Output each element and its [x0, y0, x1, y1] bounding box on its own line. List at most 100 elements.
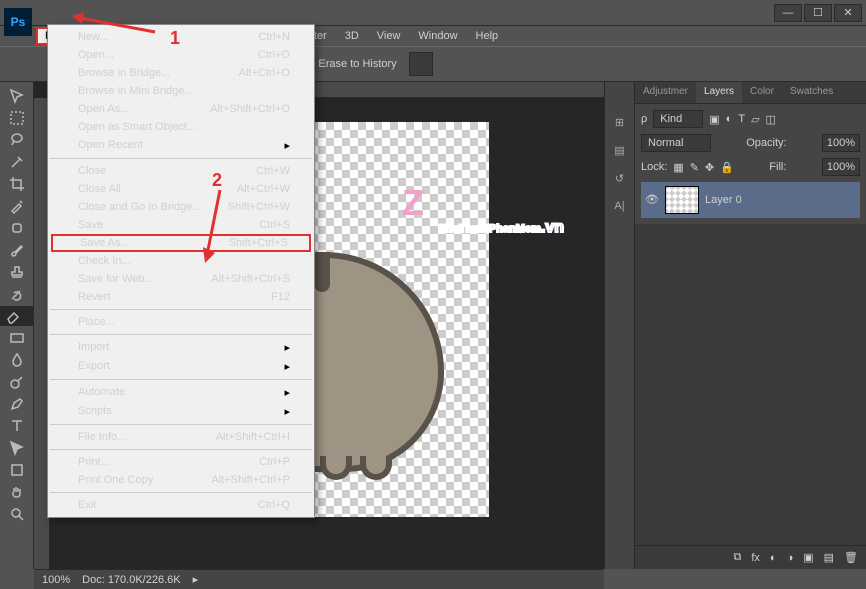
menu-item-close[interactable]: CloseCtrl+W	[48, 162, 314, 180]
menu-item-open-as-smart-object[interactable]: Open as Smart Object...	[48, 118, 314, 136]
lock-position-icon[interactable]: ✥	[705, 161, 714, 174]
menu-item-check-in: Check In...	[48, 252, 314, 270]
menu-item-open-recent[interactable]: Open Recent	[48, 136, 314, 155]
tab-color[interactable]: Color	[742, 82, 782, 103]
panels: Adjustmer Layers Color Swatches ρ Kind ▣…	[634, 82, 866, 569]
doc-size: Doc: 170.0K/226.6K	[82, 574, 180, 586]
zoom-level[interactable]: 100%	[42, 574, 70, 586]
erase-history-label: Erase to History	[318, 58, 396, 70]
tab-layers[interactable]: Layers	[696, 82, 742, 103]
delete-layer-icon[interactable]: 🗑	[844, 551, 858, 564]
character-icon[interactable]: A|	[610, 196, 630, 216]
lock-transparent-icon[interactable]: ▦	[673, 161, 683, 174]
hand-tool[interactable]	[5, 482, 29, 502]
filter-image-icon[interactable]: ▣	[709, 113, 719, 126]
menu-item-file-info[interactable]: File Info...Alt+Shift+Ctrl+I	[48, 428, 314, 446]
menu-item-import[interactable]: Import	[48, 338, 314, 357]
status-bar: 100% Doc: 170.0K/226.6K ▸	[34, 569, 604, 589]
adjustment-layer-icon[interactable]: ◑	[787, 552, 794, 564]
menu-help[interactable]: Help	[467, 27, 508, 45]
new-layer-icon[interactable]: ▤	[824, 551, 834, 564]
opacity-value[interactable]: 100%	[822, 134, 860, 152]
tab-swatches[interactable]: Swatches	[782, 82, 841, 103]
menu-item-export[interactable]: Export	[48, 357, 314, 376]
menu-separator	[50, 492, 312, 493]
tab-adjustments[interactable]: Adjustmer	[635, 82, 696, 103]
filter-adjust-icon[interactable]: ◐	[726, 113, 733, 125]
close-button[interactable]: ✕	[834, 4, 862, 22]
filter-shape-icon[interactable]: ▱	[751, 113, 759, 126]
menu-item-close-and-go-to-bridge[interactable]: Close and Go to Bridge...Shift+Ctrl+W	[48, 198, 314, 216]
z-glyph: Z	[402, 182, 424, 224]
panel-tabs: Adjustmer Layers Color Swatches	[635, 82, 866, 104]
brush-tool[interactable]	[5, 240, 29, 260]
gradient-tool[interactable]	[5, 328, 29, 348]
mask-icon[interactable]: ◐	[770, 552, 777, 564]
menu-item-place[interactable]: Place...	[48, 313, 314, 331]
file-menu-dropdown: New...Ctrl+NOpen...Ctrl+OBrowse in Bridg…	[47, 24, 315, 518]
annotation-1: 1	[170, 28, 180, 49]
menu-item-print-one-copy[interactable]: Print One CopyAlt+Shift+Ctrl+P	[48, 471, 314, 489]
menu-item-print[interactable]: Print...Ctrl+P	[48, 453, 314, 471]
kind-select[interactable]: Kind	[653, 110, 703, 128]
layer-row[interactable]: 👁 Layer 0	[641, 182, 860, 218]
dodge-tool[interactable]	[5, 372, 29, 392]
pen-tool[interactable]	[5, 394, 29, 414]
tablet-pressure-icon[interactable]	[409, 52, 433, 76]
history-icon[interactable]: ↺	[610, 168, 630, 188]
filter-type-icon[interactable]: T	[738, 113, 745, 125]
menu-item-save-as[interactable]: Save As...Shift+Ctrl+S	[51, 234, 311, 252]
menu-item-automate[interactable]: Automate	[48, 383, 314, 402]
menu-3d[interactable]: 3D	[336, 27, 368, 45]
panel-dock: ⊞ ▤ ↺ A|	[604, 82, 634, 569]
fx-icon[interactable]: fx	[751, 552, 760, 564]
history-brush-tool[interactable]	[5, 284, 29, 304]
marquee-tool[interactable]	[5, 108, 29, 128]
fill-value[interactable]: 100%	[822, 158, 860, 176]
wand-tool[interactable]	[5, 152, 29, 172]
histogram-icon[interactable]: ▤	[610, 140, 630, 160]
lasso-tool[interactable]	[5, 130, 29, 150]
menu-item-close-all[interactable]: Close AllAlt+Ctrl+W	[48, 180, 314, 198]
type-tool[interactable]	[5, 416, 29, 436]
group-icon[interactable]: ▣	[803, 551, 813, 564]
menu-separator	[50, 309, 312, 310]
app-logo: Ps	[4, 8, 32, 36]
eyedropper-tool[interactable]	[5, 196, 29, 216]
move-tool[interactable]	[5, 86, 29, 106]
menu-item-exit[interactable]: ExitCtrl+Q	[48, 496, 314, 514]
menu-separator	[50, 158, 312, 159]
layers-footer: ⧉ fx ◐ ◑ ▣ ▤ 🗑	[635, 545, 866, 569]
lock-pixels-icon[interactable]: ✎	[690, 161, 699, 174]
menu-window[interactable]: Window	[409, 27, 466, 45]
link-layers-icon[interactable]: ⧉	[733, 551, 741, 564]
healing-tool[interactable]	[5, 218, 29, 238]
menu-item-open-as[interactable]: Open As...Alt+Shift+Ctrl+O	[48, 100, 314, 118]
path-tool[interactable]	[5, 438, 29, 458]
menu-item-browse-in-bridge[interactable]: Browse in Bridge...Alt+Ctrl+O	[48, 64, 314, 82]
status-chevron-icon[interactable]: ▸	[193, 573, 199, 586]
menu-item-save-for-web[interactable]: Save for Web...Alt+Shift+Ctrl+S	[48, 270, 314, 288]
maximize-button[interactable]: ☐	[804, 4, 832, 22]
menu-item-open[interactable]: Open...Ctrl+O	[48, 46, 314, 64]
filter-smart-icon[interactable]: ◫	[766, 113, 776, 126]
minimize-button[interactable]: —	[774, 4, 802, 22]
shape-tool[interactable]	[5, 460, 29, 480]
blur-tool[interactable]	[5, 350, 29, 370]
watermark: ThuThuatPhanMem.vn	[439, 212, 564, 238]
layer-name[interactable]: Layer 0	[705, 194, 742, 206]
crop-tool[interactable]	[5, 174, 29, 194]
menu-view[interactable]: View	[368, 27, 410, 45]
menu-item-scripts[interactable]: Scripts	[48, 402, 314, 421]
layers-panel: ρ Kind ▣ ◐ T ▱ ◫ Normal Opacity: 100% Lo…	[635, 104, 866, 224]
blend-mode-select[interactable]: Normal	[641, 134, 711, 152]
layer-thumbnail[interactable]	[665, 186, 699, 214]
menu-item-browse-in-mini-bridge: Browse in Mini Bridge...	[48, 82, 314, 100]
lock-all-icon[interactable]: 🔒	[720, 161, 734, 174]
visibility-icon[interactable]: 👁	[645, 193, 659, 207]
stamp-tool[interactable]	[5, 262, 29, 282]
zoom-tool[interactable]	[5, 504, 29, 524]
navigator-icon[interactable]: ⊞	[610, 112, 630, 132]
menu-item-save[interactable]: SaveCtrl+S	[48, 216, 314, 234]
menu-item-revert[interactable]: RevertF12	[48, 288, 314, 306]
